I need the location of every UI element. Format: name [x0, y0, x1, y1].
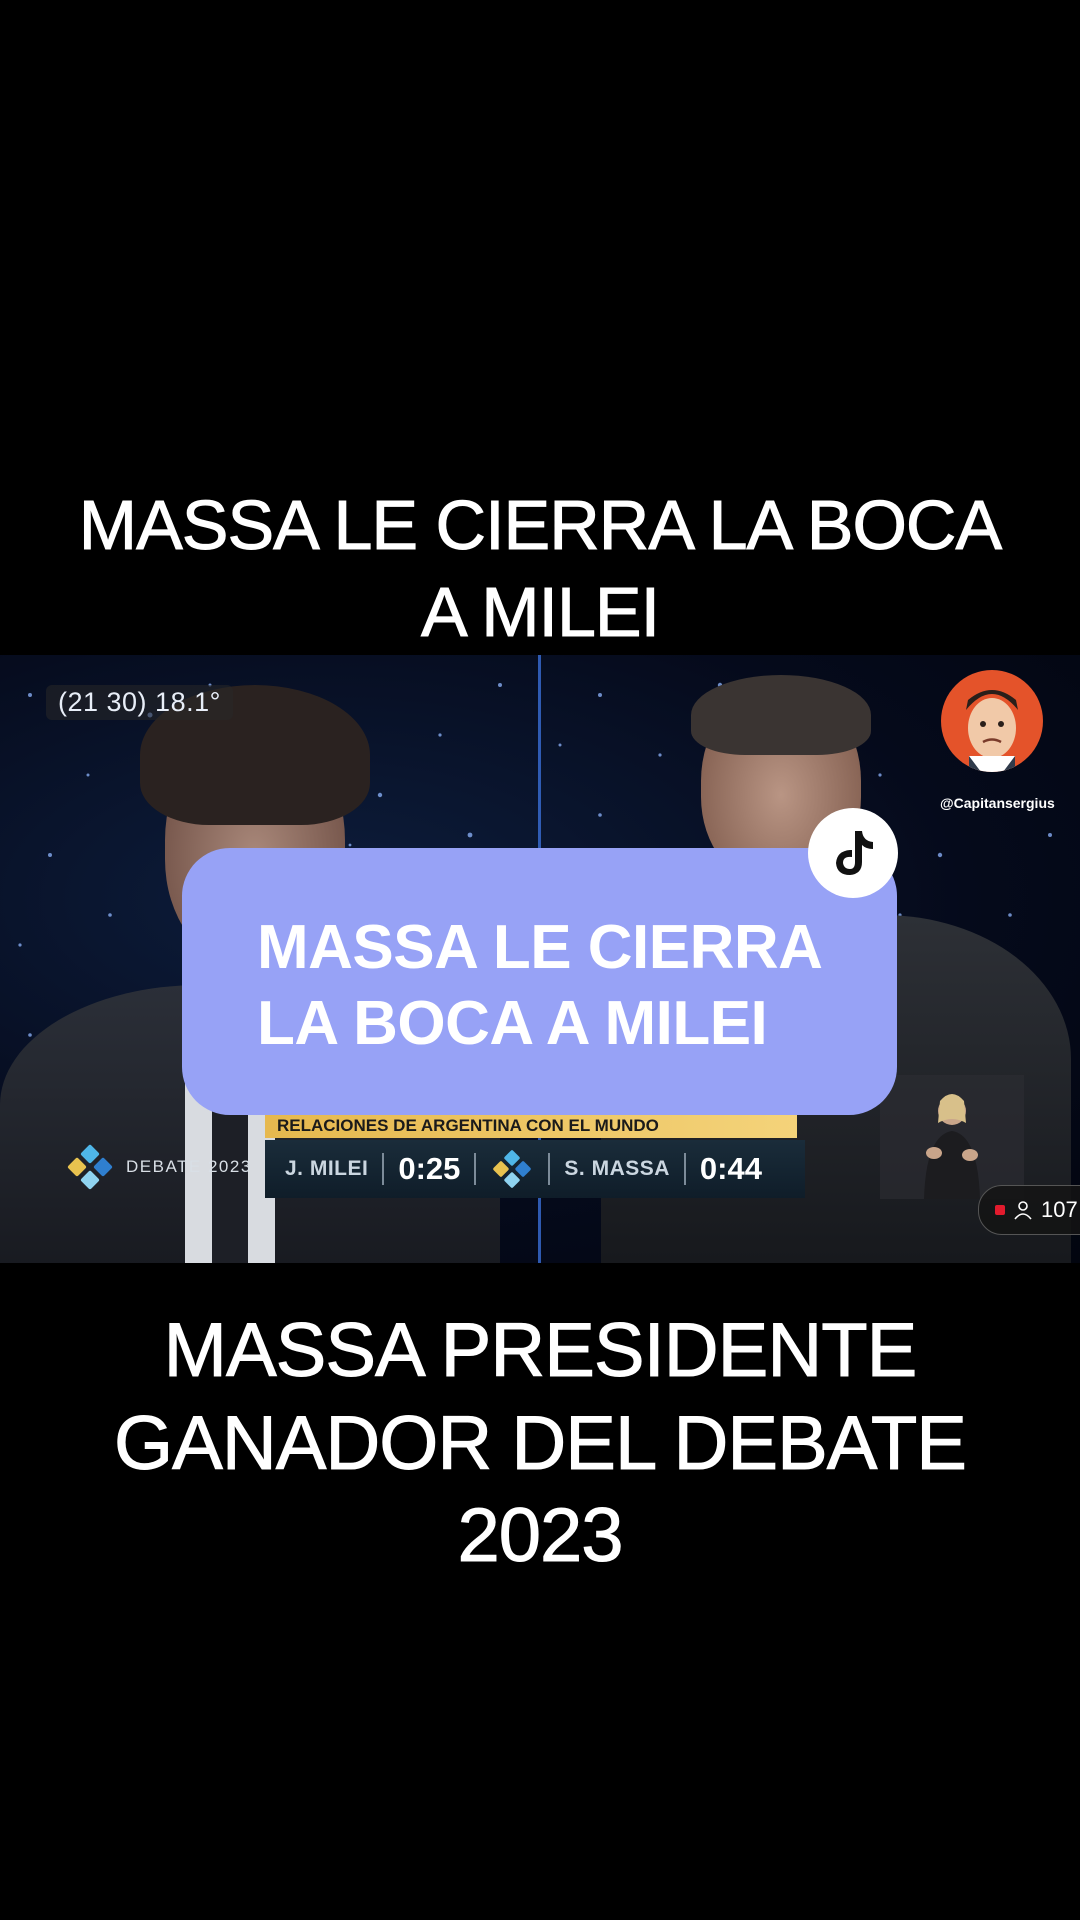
live-viewers-pill[interactable]: 107	[978, 1185, 1080, 1235]
bottom-caption-line-1: MASSA PRESIDENTE	[163, 1308, 918, 1394]
creator-handle[interactable]: @Capitansergius	[940, 795, 1055, 811]
sticker-text: MASSA LE CIERRA LA BOCA A MILEI	[257, 910, 823, 1061]
separator	[474, 1153, 477, 1185]
right-candidate-name: S. MASSA	[564, 1157, 670, 1180]
live-dot-icon	[995, 1205, 1005, 1215]
speaking-time-bar: J. MILEI 0:25 S. MASSA 0:44	[265, 1140, 805, 1198]
top-caption-line-2: A MILEI	[420, 572, 660, 651]
bottom-caption-line-3: 2023	[457, 1493, 624, 1579]
interpreter-figure-icon	[924, 1094, 980, 1199]
topic-banner: RELACIONES DE ARGENTINA CON EL MUNDO	[265, 1114, 797, 1138]
person-icon	[1014, 1201, 1032, 1220]
tiktok-logo-icon[interactable]	[808, 808, 898, 898]
separator	[548, 1153, 551, 1185]
bottom-caption-line-2: GANADOR DEL DEBATE	[114, 1400, 968, 1486]
debate-diamond-icon	[492, 1149, 532, 1189]
separator	[382, 1153, 385, 1185]
bottom-caption: MASSA PRESIDENTE GANADOR DEL DEBATE 2023	[0, 1305, 1080, 1583]
left-candidate-time: 0:25	[398, 1151, 461, 1186]
sign-language-interpreter	[880, 1075, 1024, 1199]
left-candidate-name: J. MILEI	[285, 1157, 369, 1180]
separator	[683, 1153, 686, 1185]
debate-logo-text: DEBATE 2023	[126, 1157, 252, 1176]
creator-avatar[interactable]	[941, 670, 1043, 772]
top-caption: MASSA LE CIERRA LA BOCA A MILEI	[0, 482, 1080, 656]
debate-diamond-icon	[67, 1144, 113, 1190]
debate-2023-logo: DEBATE 2023	[67, 1144, 252, 1190]
text-sticker-card[interactable]: MASSA LE CIERRA LA BOCA A MILEI	[182, 848, 897, 1115]
right-candidate-time: 0:44	[699, 1151, 762, 1186]
caricature-icon	[966, 690, 1018, 772]
viewer-count: 107	[1041, 1197, 1078, 1222]
tiktok-note-icon	[836, 831, 873, 875]
sticker-line-2: LA BOCA A MILEI	[257, 988, 768, 1058]
sticker-line-1: MASSA LE CIERRA	[257, 913, 823, 982]
top-caption-line-1: MASSA LE CIERRA LA BOCA	[78, 486, 1002, 565]
time-weather-readout: (21 30) 18.1°	[46, 685, 233, 720]
